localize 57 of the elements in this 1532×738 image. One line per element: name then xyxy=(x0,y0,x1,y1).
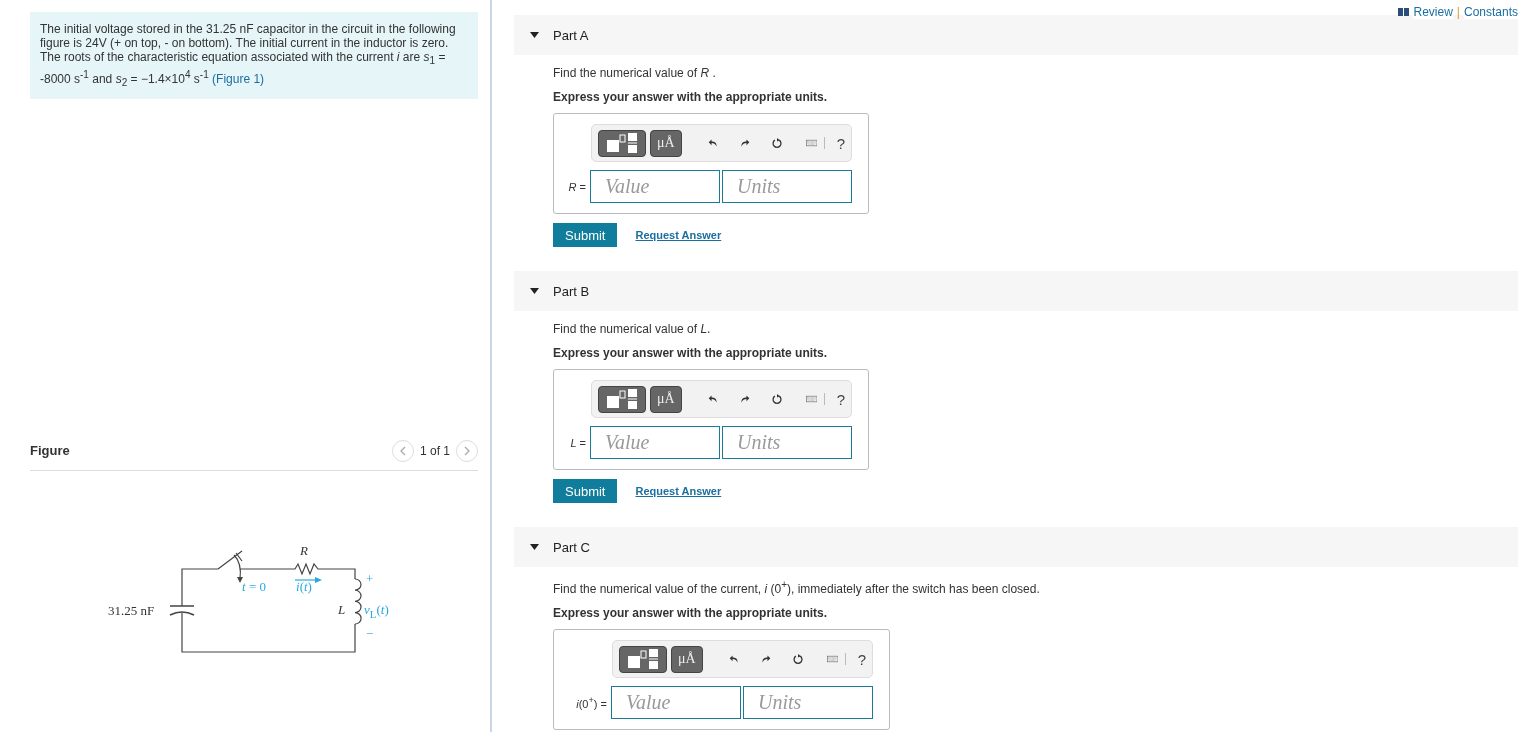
keyboard-icon[interactable] xyxy=(826,654,838,664)
answer-label: L = xyxy=(569,436,587,449)
instruction-text: Express your answer with the appropriate units. xyxy=(553,90,829,104)
keyboard-icon[interactable] xyxy=(805,394,817,404)
chevron-left-icon xyxy=(398,445,407,456)
template-button[interactable] xyxy=(598,385,646,413)
problem-statement: The initial voltage stored in the 31.25 nF capacitor in the circuit in the following figure is 24V (+ on top, - on bottom). The initial current in the inductor is zero. The roots of the characteristic equation associated with the current i are s$_{1}$ = -8000 s$^{-1}$ and s$_{2}$ = −1.4×10$^{4}$ s$^{-1}$ (Figure 1) xyxy=(30,12,478,99)
constants-link[interactable]: Constants xyxy=(1463,5,1518,19)
help-button[interactable]: ? xyxy=(836,390,845,408)
answer-label: R = xyxy=(567,180,587,193)
part-header[interactable]: Part B xyxy=(514,271,1518,311)
answer-label: i(0$^{+}$) = xyxy=(575,695,608,710)
request-answer-link[interactable]: Request Answer xyxy=(635,485,722,497)
voltage-label: v$_{L}$(t) xyxy=(364,602,389,621)
part-header[interactable]: Part C xyxy=(514,527,1518,567)
question-text: Find the numerical value of the current, i (0$^{+}$), immediately after the switch has been closed. xyxy=(553,578,1041,597)
request-answer-link[interactable]: Request Answer xyxy=(635,229,722,241)
resistor-label: R xyxy=(300,543,308,558)
value-field[interactable]: Value xyxy=(590,170,720,203)
page-counter: 1 of 1 xyxy=(419,443,450,458)
submit-button[interactable]: Submit xyxy=(553,223,618,247)
chevron-right-icon xyxy=(463,445,471,456)
plus-label: + xyxy=(366,571,374,586)
units-button[interactable]: μÅ xyxy=(650,129,682,157)
caret-icon xyxy=(530,32,539,38)
units-field[interactable]: Units xyxy=(743,686,873,719)
value-field[interactable]: Value xyxy=(611,686,741,719)
question-text: Find the numerical value of L. xyxy=(553,321,712,337)
value-field[interactable]: Value xyxy=(590,426,720,459)
template-button[interactable] xyxy=(598,129,646,157)
units-field[interactable]: Units xyxy=(722,170,852,203)
units-button[interactable]: μÅ xyxy=(671,645,703,673)
minus-label: − xyxy=(366,626,374,641)
instruction-text: Express your answer with the appropriate units. xyxy=(553,606,829,620)
figure-link[interactable]: (Figure 1) xyxy=(212,72,265,87)
capacitor-label: 31.25 nF xyxy=(108,603,155,618)
caret-icon xyxy=(530,288,539,294)
keyboard-icon[interactable] xyxy=(805,138,817,148)
review-link[interactable]: Review xyxy=(1413,5,1453,19)
caret-icon xyxy=(530,544,539,550)
instruction-text: Express your answer with the appropriate units. xyxy=(553,346,829,360)
question-text: Find the numerical value of R . xyxy=(553,65,717,81)
inductor-label: L xyxy=(338,602,346,617)
help-button[interactable]: ? xyxy=(836,134,845,152)
submit-button[interactable]: Submit xyxy=(553,479,618,503)
part-header[interactable]: Part A xyxy=(514,15,1518,55)
template-button[interactable] xyxy=(619,645,667,673)
help-button[interactable]: ? xyxy=(857,650,866,668)
current-label: i(t) xyxy=(296,579,312,594)
reset-icon[interactable] xyxy=(792,651,803,667)
book-icon xyxy=(1398,8,1410,16)
figure-title: Figure xyxy=(30,443,70,459)
reset-icon[interactable] xyxy=(771,135,782,151)
reset-icon[interactable] xyxy=(771,391,782,407)
units-field[interactable]: Units xyxy=(722,426,852,459)
switch-label: t = 0 xyxy=(242,579,266,594)
units-button[interactable]: μÅ xyxy=(650,385,682,413)
